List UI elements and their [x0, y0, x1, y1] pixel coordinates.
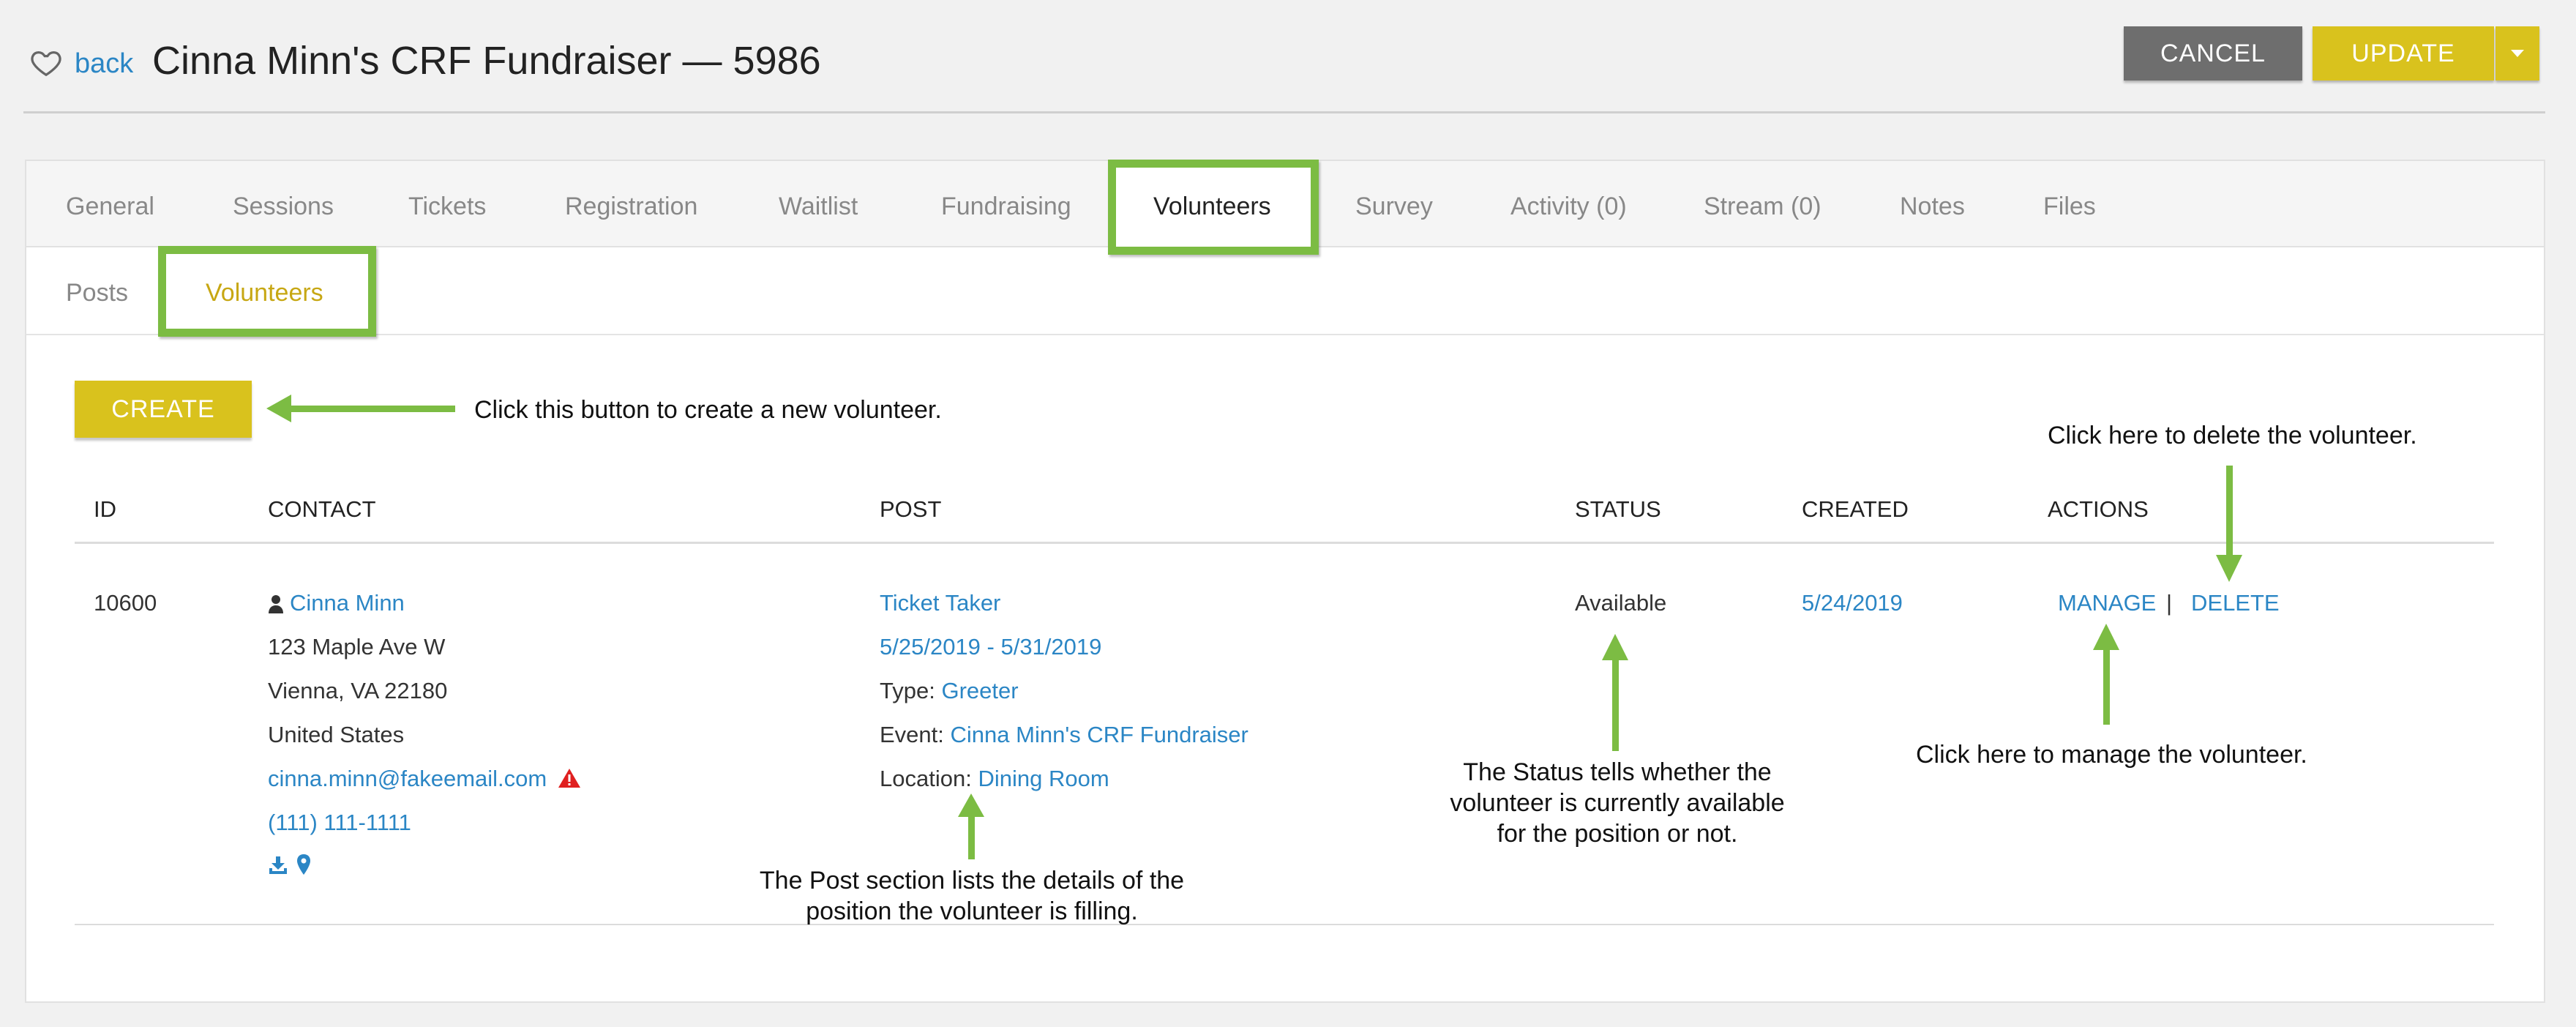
created-date-link[interactable]: 5/24/2019	[1802, 589, 1903, 618]
status-value: Available	[1575, 590, 1667, 616]
delete-link[interactable]: DELETE	[2191, 589, 2280, 618]
tab-volunteers[interactable]: Volunteers	[1153, 161, 1271, 246]
column-header-id: ID	[94, 496, 116, 522]
column-header-actions: ACTIONS	[2048, 496, 2149, 522]
column-header-contact: CONTACT	[268, 496, 376, 522]
column-header-post: POST	[880, 496, 942, 522]
update-dropdown-button[interactable]	[2496, 26, 2539, 81]
create-button[interactable]: CREATE	[75, 381, 252, 438]
contact-phone-link[interactable]: (111) 111-1111	[268, 808, 411, 837]
subtab-posts[interactable]: Posts	[66, 247, 128, 334]
cancel-button[interactable]: CANCEL	[2124, 26, 2302, 81]
post-location-label: Location:	[880, 766, 972, 791]
warning-icon	[558, 769, 580, 788]
post-type-label: Type:	[880, 678, 935, 703]
manage-annotation: Click here to manage the volunteer.	[1916, 741, 2307, 769]
create-annotation: Click this button to create a new volunt…	[474, 396, 942, 424]
status-annotation-line1: The Status tells whether the	[1463, 758, 1772, 786]
tab-waitlist[interactable]: Waitlist	[779, 161, 858, 246]
caret-down-icon	[2511, 50, 2524, 57]
page-title: Cinna Minn's CRF Fundraiser — 5986	[152, 39, 821, 83]
tab-survey[interactable]: Survey	[1355, 161, 1433, 246]
post-type: Type: Greeter	[880, 676, 1019, 706]
column-header-created: CREATED	[1802, 496, 1909, 522]
back-link[interactable]: back	[75, 45, 133, 82]
tab-stream[interactable]: Stream (0)	[1704, 161, 1821, 246]
post-location: Location: Dining Room	[880, 764, 1109, 793]
download-icon[interactable]	[268, 855, 288, 875]
volunteer-id: 10600	[94, 590, 157, 616]
contact-address-line2: Vienna, VA 22180	[268, 678, 448, 703]
contact-name-link[interactable]: Cinna Minn	[290, 589, 405, 618]
tab-notes[interactable]: Notes	[1900, 161, 1965, 246]
delete-annotation: Click here to delete the volunteer.	[2048, 422, 2417, 449]
post-annotation-line1: The Post section lists the details of th…	[759, 867, 1185, 895]
contact-address-line1: 123 Maple Ave W	[268, 634, 446, 660]
tab-general[interactable]: General	[66, 161, 154, 246]
column-header-status: STATUS	[1575, 496, 1661, 522]
manage-link[interactable]: MANAGE	[2058, 589, 2156, 618]
actions-separator: |	[2166, 590, 2173, 616]
subtab-volunteers[interactable]: Volunteers	[206, 247, 323, 334]
table-bottom-divider	[75, 924, 2494, 925]
post-location-link[interactable]: Dining Room	[978, 766, 1109, 791]
update-button[interactable]: UPDATE	[2313, 26, 2494, 81]
post-annotation-line2: position the volunteer is filling.	[806, 897, 1138, 925]
post-event-label: Event:	[880, 722, 944, 747]
post-event-link[interactable]: Cinna Minn's CRF Fundraiser	[951, 722, 1248, 747]
status-annotation-line2: volunteer is currently available	[1450, 789, 1785, 817]
post-type-link[interactable]: Greeter	[941, 678, 1018, 703]
tab-sessions[interactable]: Sessions	[233, 161, 334, 246]
contact-country: United States	[268, 722, 405, 747]
contact-email-link[interactable]: cinna.minn@fakeemail.com	[268, 764, 547, 793]
post-title-link[interactable]: Ticket Taker	[880, 589, 1000, 618]
tab-tickets[interactable]: Tickets	[408, 161, 486, 246]
tab-files[interactable]: Files	[2043, 161, 2096, 246]
post-annotation: The Post section lists the details of th…	[716, 865, 1228, 927]
tab-activity[interactable]: Activity (0)	[1510, 161, 1627, 246]
subtab-divider	[26, 334, 2544, 335]
tab-fundraising[interactable]: Fundraising	[941, 161, 1071, 246]
header-divider	[23, 111, 2545, 113]
tab-registration[interactable]: Registration	[565, 161, 697, 246]
heart-outline-icon[interactable]	[29, 45, 63, 79]
status-annotation-line3: for the position or not.	[1497, 820, 1738, 848]
post-dates-link[interactable]: 5/25/2019 - 5/31/2019	[880, 632, 1101, 662]
person-icon	[269, 595, 283, 613]
map-pin-icon[interactable]	[296, 854, 312, 875]
status-annotation: The Status tells whether the volunteer i…	[1412, 757, 1822, 849]
table-header-divider	[75, 542, 2494, 544]
content-panel	[25, 160, 2545, 1003]
post-event: Event: Cinna Minn's CRF Fundraiser	[880, 720, 1248, 750]
